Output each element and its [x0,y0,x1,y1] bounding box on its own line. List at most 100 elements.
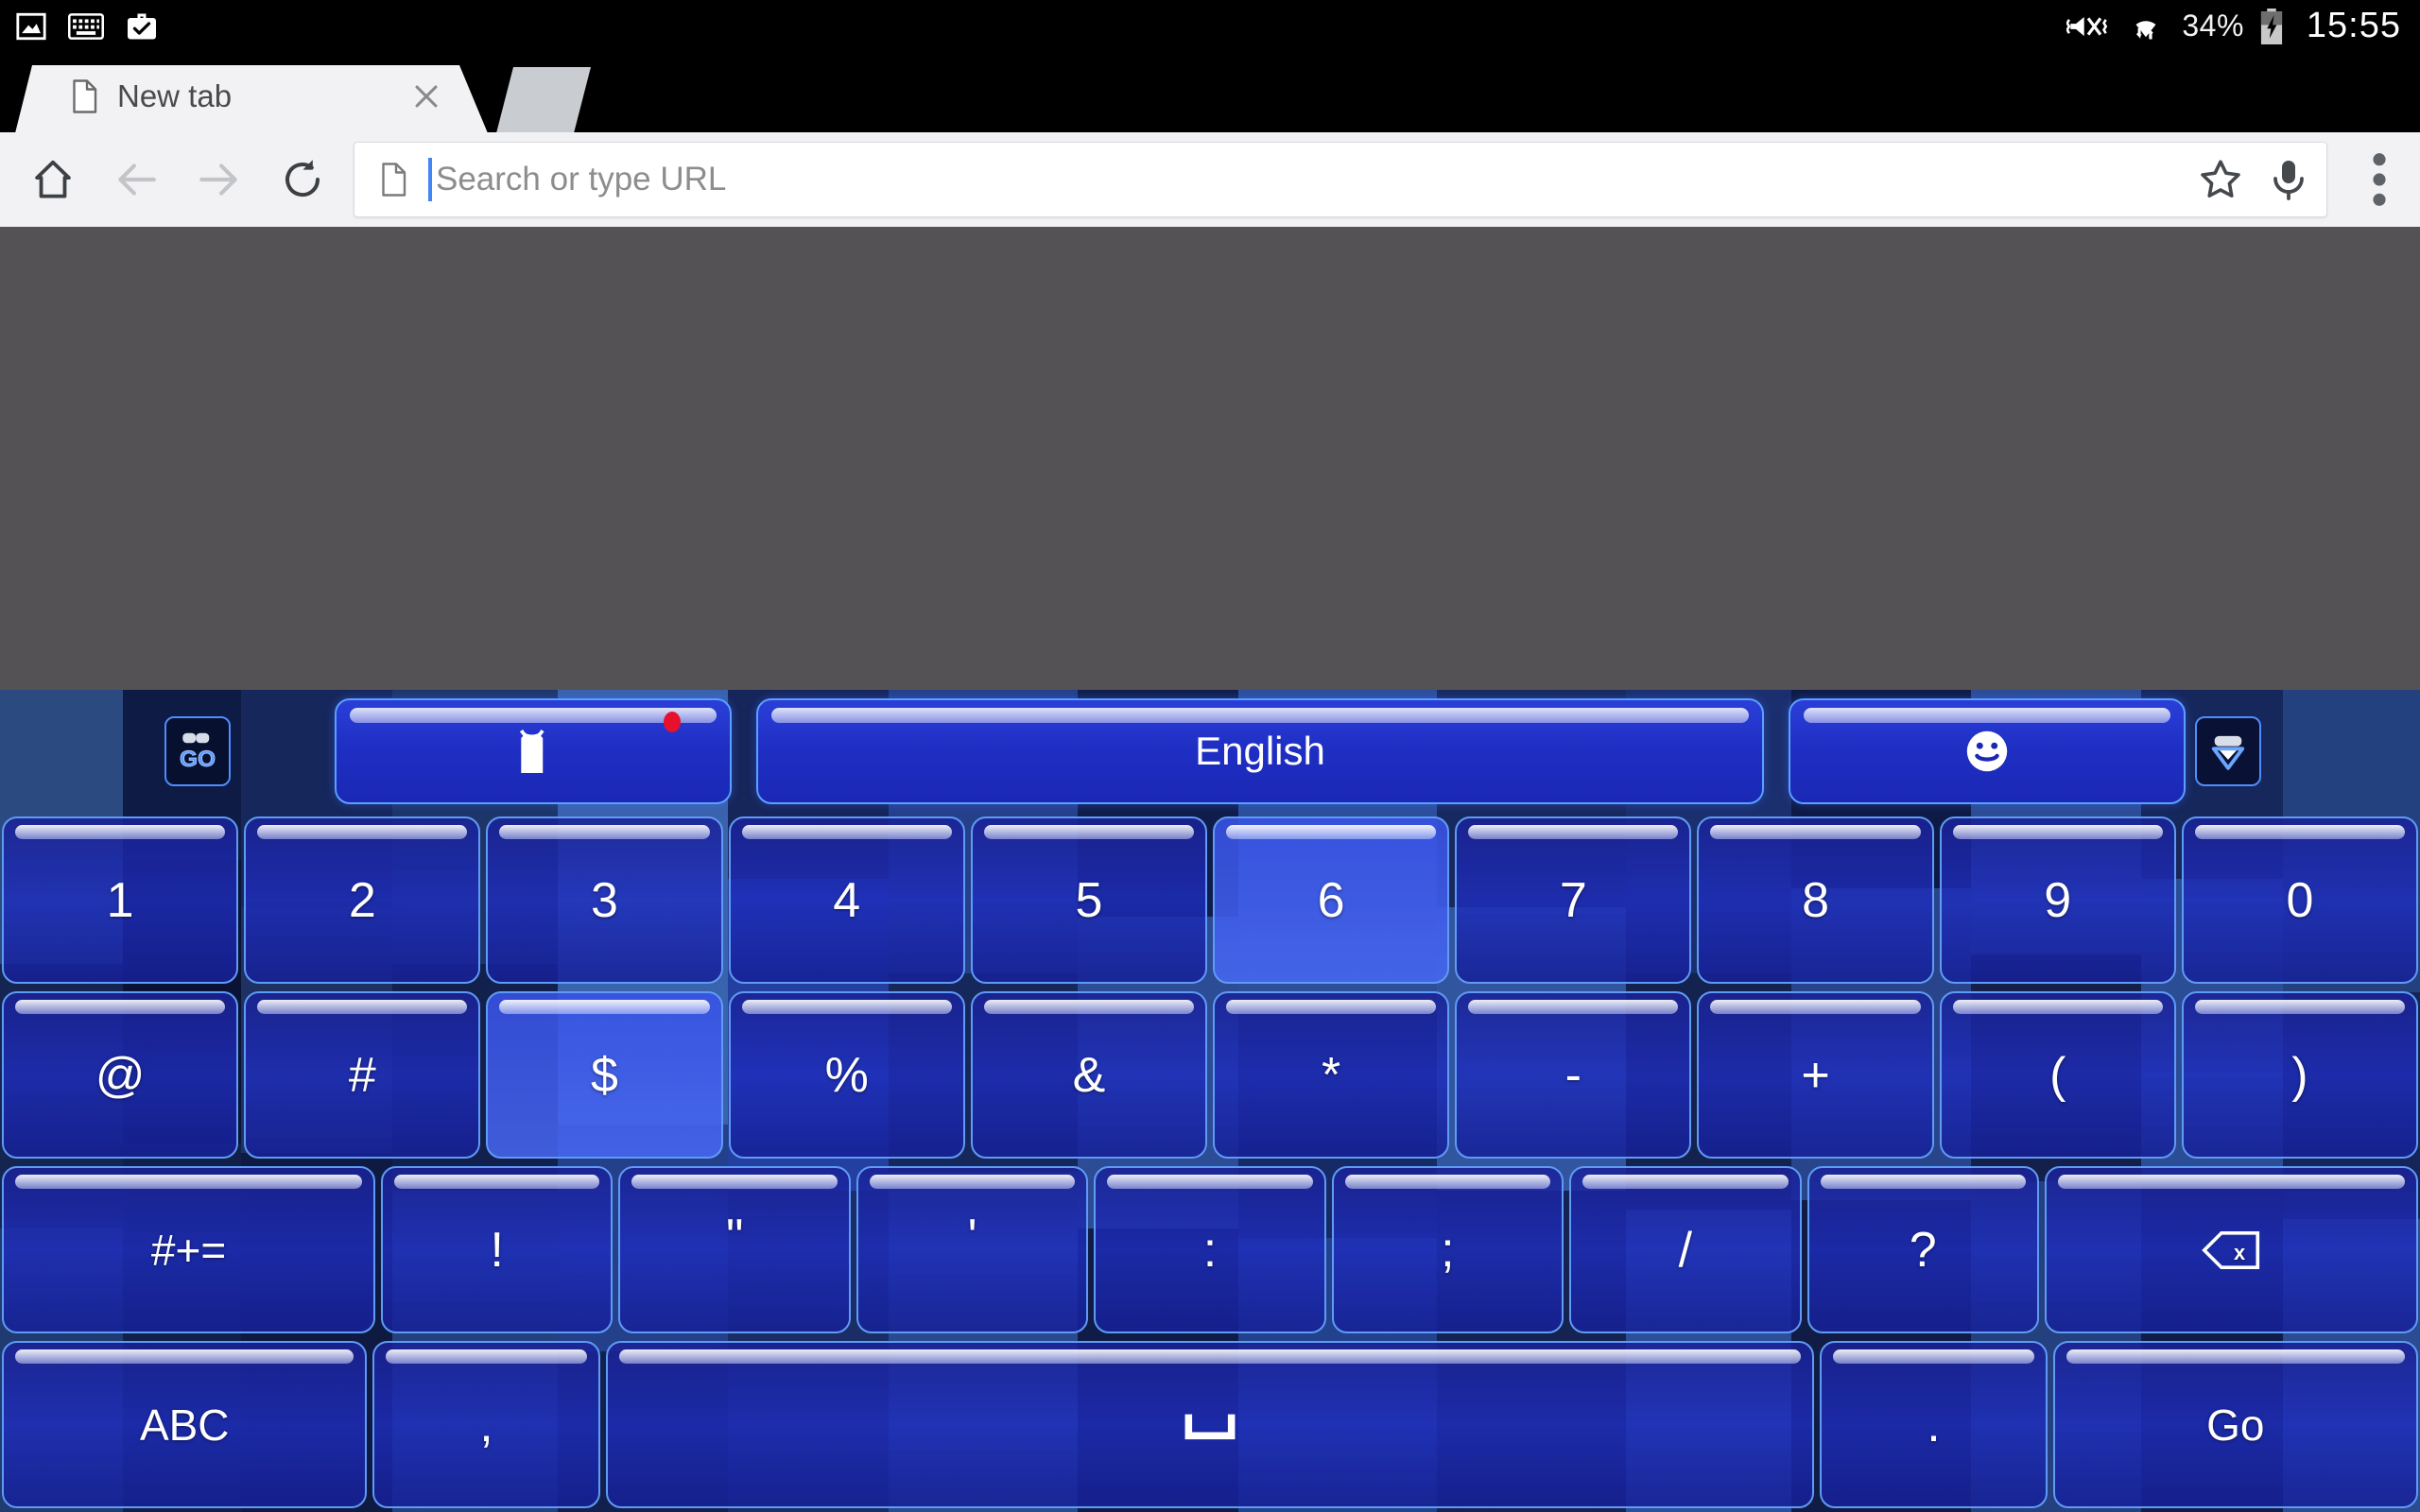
new-badge-dot [664,712,681,732]
key-period-label: . [1927,1397,1941,1452]
volume-mute-vibrate-icon [2066,9,2110,43]
key-percent[interactable]: % [728,991,965,1159]
key-hash-label: # [348,1047,376,1103]
key-go-enter[interactable]: Go [2052,1341,2419,1508]
status-bar: 34% 15:55 [0,0,2420,52]
key-exclamation[interactable]: ! [381,1166,614,1333]
key-9-label: 9 [2044,872,2072,928]
tab-title: New tab [117,78,233,113]
key-3[interactable]: 3 [486,816,723,984]
key-6[interactable]: 6 [1213,816,1450,984]
key-8-label: 8 [1802,872,1829,928]
keyboard-row-1: 1 2 3 4 5 6 7 8 9 0 [0,813,2420,988]
key-ampersand-label: & [1072,1047,1106,1103]
battery-percent-label: 34% [2182,9,2244,43]
text-cursor [428,158,432,201]
key-more-symbols[interactable]: #+= [2,1166,376,1333]
key-period[interactable]: . [1820,1341,2048,1508]
back-arrow-icon[interactable] [95,138,178,221]
key-4[interactable]: 4 [728,816,965,984]
key-minus[interactable]: - [1455,991,1692,1159]
hide-keyboard-icon[interactable] [2195,716,2261,786]
work-briefcase-check-icon [125,10,159,43]
key-0[interactable]: 0 [2181,816,2419,984]
keyboard-row-4: ABC,. Go [0,1337,2420,1512]
key-at-label: @ [95,1047,146,1103]
key-1-label: 1 [106,872,134,928]
status-bar-system-icons: 34% 15:55 [2066,6,2420,46]
status-bar-notification-icons [0,10,159,43]
key-paren-close[interactable]: ) [2181,991,2419,1159]
key-percent-label: % [824,1047,869,1103]
key-1[interactable]: 1 [2,816,239,984]
theme-button[interactable] [335,698,732,804]
browser-tab[interactable]: New tab [15,65,488,133]
key-3-label: 3 [591,872,618,928]
search-input[interactable]: Search or type URL [436,161,2173,198]
browser-toolbar: Search or type URL [0,132,2420,227]
key-2[interactable]: 2 [244,816,481,984]
svg-text:x: x [2234,1241,2245,1264]
key-slash[interactable]: / [1569,1166,1802,1333]
key-backspace[interactable]: x [2044,1166,2418,1333]
language-switch-button[interactable]: English [756,698,1764,804]
key-space[interactable] [605,1341,1815,1508]
key-semicolon-label: ; [1441,1222,1455,1278]
key-plus[interactable]: + [1697,991,1934,1159]
svg-text:GO: GO [180,747,216,772]
key-9[interactable]: 9 [1939,816,2176,984]
chrome-tab-strip: New tab [0,52,2420,133]
key-5-label: 5 [1075,872,1103,928]
background-tab[interactable] [496,67,591,133]
key-asterisk-label: * [1321,1047,1341,1103]
emoji-button[interactable] [1789,698,2186,804]
key-7[interactable]: 7 [1455,816,1692,984]
keyboard-toolbar: GO English [0,690,2420,813]
omnibox[interactable]: Search or type URL [354,142,2327,217]
key-5[interactable]: 5 [970,816,1208,984]
key-comma[interactable]: , [372,1341,600,1508]
reload-icon[interactable] [261,138,344,221]
backspace-icon: x [2202,1229,2260,1271]
status-bar-clock: 15:55 [2306,6,2401,45]
space-icon [1184,1409,1236,1441]
image-icon [15,10,47,43]
smiley-icon [1962,726,2013,777]
close-icon[interactable] [410,80,442,112]
t-shirt-icon [505,726,562,777]
key-0-label: 0 [2286,872,2314,928]
key-colon[interactable]: : [1094,1166,1326,1333]
key-2-label: 2 [348,872,376,928]
keyboard-row-3: #+=! " ':; /? x [0,1162,2420,1337]
page-icon [379,163,407,197]
key-abc-layout[interactable]: ABC [2,1341,368,1508]
key-double-quote[interactable]: " [618,1166,851,1333]
page-content-area [0,227,2420,690]
key-8[interactable]: 8 [1697,816,1934,984]
key-question-label: ? [1909,1222,1937,1278]
key-question[interactable]: ? [1806,1166,2039,1333]
key-go-enter-label: Go [2206,1400,2265,1450]
key-6-label: 6 [1317,872,1345,928]
key-asterisk[interactable]: * [1213,991,1450,1159]
key-more-symbols-label: #+= [150,1225,227,1275]
key-paren-open-label: ( [2049,1047,2066,1103]
key-dollar[interactable]: $ [486,991,723,1159]
key-apostrophe[interactable]: ' [856,1166,1089,1333]
more-vertical-icon[interactable] [2339,152,2420,207]
star-icon[interactable] [2198,157,2243,202]
key-hash[interactable]: # [244,991,481,1159]
key-ampersand[interactable]: & [970,991,1208,1159]
language-label: English [1195,729,1325,773]
key-4-label: 4 [833,872,861,928]
key-slash-label: / [1678,1222,1693,1278]
forward-arrow-icon[interactable] [178,138,261,221]
microphone-icon[interactable] [2268,157,2309,202]
wifi-transfer-icon [2125,9,2167,43]
key-paren-open[interactable]: ( [1939,991,2176,1159]
go-keyboard-logo-button[interactable]: GO [164,716,231,786]
key-semicolon[interactable]: ; [1331,1166,1564,1333]
key-apostrophe-label: ' [967,1209,977,1264]
home-icon[interactable] [11,138,95,221]
key-at[interactable]: @ [2,991,239,1159]
